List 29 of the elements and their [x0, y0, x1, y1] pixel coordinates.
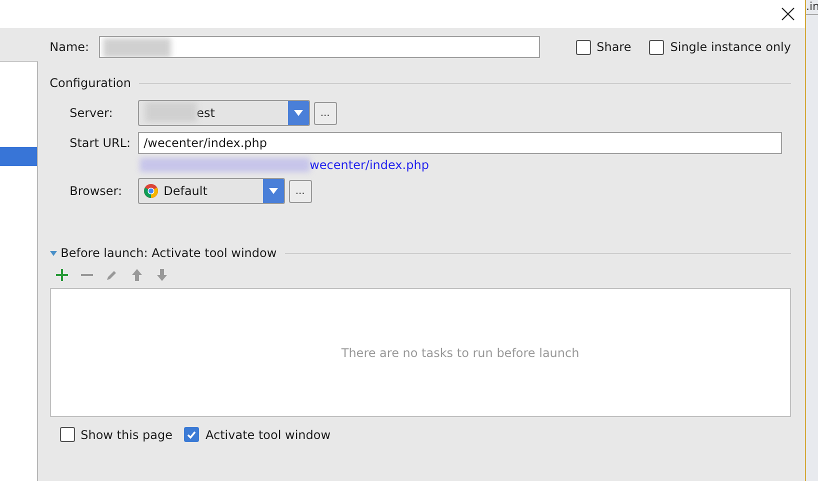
browser-dropdown[interactable]: Default — [138, 178, 285, 204]
url-link[interactable]: wecenter/index.php — [310, 158, 429, 172]
close-icon[interactable] — [781, 7, 795, 21]
browse-button[interactable]: ... — [314, 102, 337, 124]
redaction-blur — [102, 38, 171, 57]
caret-icon — [294, 110, 303, 116]
name-field[interactable] — [98, 36, 540, 58]
checkmark-icon — [187, 430, 196, 438]
server-dropdown[interactable]: est — [138, 100, 310, 126]
section-title: Configuration — [50, 76, 131, 90]
field-label: Start URL: — [70, 136, 132, 150]
browser-icon — [144, 184, 158, 198]
field-label: Server: — [70, 106, 114, 120]
checkbox[interactable]: Single instance only — [649, 40, 791, 54]
section-title: Before launch: Activate tool window — [60, 246, 277, 260]
empty-message: There are no tasks to run before launch — [340, 346, 580, 360]
field-label: Browser: — [70, 184, 124, 198]
down-arrow-icon[interactable] — [154, 268, 169, 282]
expand-icon[interactable] — [50, 250, 57, 256]
pencil-icon[interactable] — [104, 268, 119, 282]
browse-button[interactable]: ... — [288, 180, 312, 202]
caret-icon — [268, 188, 278, 194]
checkbox[interactable]: Share — [576, 40, 632, 54]
add-icon[interactable] — [54, 268, 69, 282]
checkbox[interactable]: Activate tool window — [184, 427, 331, 442]
checkbox[interactable]: Show this page — [60, 427, 172, 442]
field-label: Name: — [50, 40, 90, 54]
url-field[interactable]: /wecenter/index.php — [138, 132, 782, 154]
up-arrow-icon[interactable] — [130, 268, 144, 282]
